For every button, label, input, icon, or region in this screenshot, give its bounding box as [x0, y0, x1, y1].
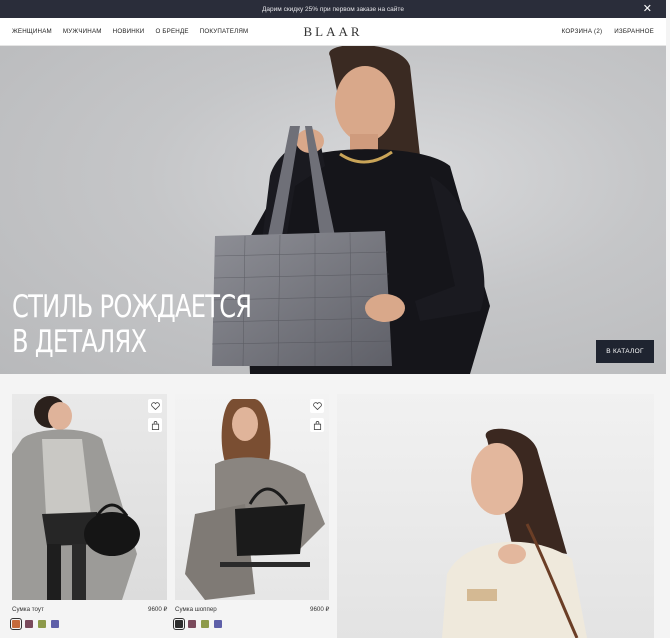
hero-banner: СТИЛЬ РОЖДАЕТСЯ В ДЕТАЛЯХ	[0, 46, 666, 374]
color-swatches	[10, 618, 59, 630]
swatch-color[interactable]	[173, 618, 185, 630]
color-swatches	[173, 618, 222, 630]
catalog-button[interactable]: В КАТАЛОГ	[596, 340, 654, 363]
product-photo-tote	[12, 396, 140, 600]
add-to-cart-bag-icon[interactable]	[148, 418, 162, 432]
favorite-heart-icon[interactable]	[310, 399, 324, 413]
header: ЖЕНЩИНАМ МУЖЧИНАМ НОВИНКИ О БРЕНДЕ ПОКУП…	[0, 18, 666, 46]
hero-title: СТИЛЬ РОЖДАЕТСЯ В ДЕТАЛЯХ	[12, 289, 252, 360]
product-price: 9600 ₽	[148, 606, 168, 613]
editorial-photo	[442, 428, 587, 638]
favorites-link[interactable]: ИЗБРАННОЕ	[614, 28, 654, 35]
swatch-color[interactable]	[25, 620, 33, 628]
swatch-color[interactable]	[214, 620, 222, 628]
close-icon[interactable]: ✕	[643, 3, 652, 15]
product-name[interactable]: Сумка тоут	[12, 606, 44, 613]
swatch-color[interactable]	[10, 618, 22, 630]
hero-title-line2: В ДЕТАЛЯХ	[12, 324, 147, 360]
editorial-image[interactable]	[337, 394, 654, 638]
swatch-color[interactable]	[38, 620, 46, 628]
add-to-cart-bag-icon[interactable]	[310, 418, 324, 432]
promo-text: Дарим скидку 25% при первом заказе на са…	[262, 5, 404, 13]
favorite-heart-icon[interactable]	[148, 399, 162, 413]
product-price: 9600 ₽	[310, 606, 330, 613]
promo-bar: Дарим скидку 25% при первом заказе на са…	[0, 0, 666, 18]
product-name[interactable]: Сумка шоппер	[175, 606, 217, 613]
swatch-color[interactable]	[188, 620, 196, 628]
user-nav: КОРЗИНА (2) ИЗБРАННОЕ	[562, 28, 654, 35]
swatch-color[interactable]	[51, 620, 59, 628]
swatch-color[interactable]	[201, 620, 209, 628]
product-image-tote[interactable]	[12, 394, 167, 600]
product-image-shopper[interactable]	[175, 394, 329, 600]
cart-link[interactable]: КОРЗИНА (2)	[562, 28, 603, 35]
hero-title-line1: СТИЛЬ РОЖДАЕТСЯ	[12, 289, 252, 325]
product-photo-shopper	[185, 399, 325, 600]
